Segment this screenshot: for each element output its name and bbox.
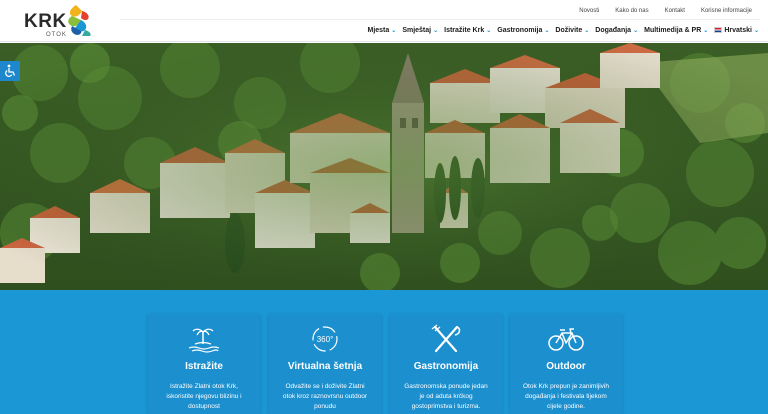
header-divider xyxy=(120,19,760,20)
nav-item-label: Smještaj xyxy=(402,26,432,34)
card-title: Outdoor xyxy=(546,361,586,372)
card-desc-line: Gastronomska ponude jedan xyxy=(404,383,488,390)
chevron-down-icon: ⌄ xyxy=(391,27,397,34)
card-desc-line: Otok Krk prepun je zanimljivih xyxy=(523,383,609,390)
card-description: Gastronomska ponude jedan je od aduta kr… xyxy=(400,382,492,412)
util-link-news[interactable]: Novosti xyxy=(571,5,607,17)
nav-item-explore[interactable]: Istražite Krk ⌄ xyxy=(441,27,494,34)
nav-item-label: Multimedija & PR xyxy=(644,26,702,34)
nav-item-accommodation[interactable]: Smještaj ⌄ xyxy=(399,27,441,34)
card-desc-line: cijele godine. xyxy=(547,403,585,410)
site-header: KRK OTOK Novosti Kako do nas Kontakt Kor… xyxy=(0,0,768,42)
language-label: Hrvatski xyxy=(724,26,752,34)
wheelchair-icon xyxy=(5,64,16,77)
card-title: Istražite xyxy=(185,361,223,372)
nav-item-label: Istražite Krk xyxy=(444,26,485,34)
hero-image xyxy=(0,43,768,290)
chevron-down-icon: ⌄ xyxy=(544,27,550,34)
nav-item-label: Doživite xyxy=(555,26,583,34)
chevron-down-icon: ⌄ xyxy=(633,27,639,34)
chevron-down-icon: ⌄ xyxy=(753,27,759,34)
card-description: Otok Krk prepun je zanimljivih događanja… xyxy=(520,382,612,412)
util-link-useful-info[interactable]: Korisne informacije xyxy=(693,5,760,17)
chevron-down-icon: ⌄ xyxy=(703,27,709,34)
360-view-icon: 360° xyxy=(312,326,338,352)
language-selector[interactable]: Hrvatski ⌄ xyxy=(711,27,762,34)
nav-item-label: Mjesta xyxy=(367,26,390,34)
logo-subtitle: OTOK xyxy=(46,32,67,38)
accessibility-button[interactable] xyxy=(0,61,20,81)
card-desc-line: dostupnost xyxy=(188,403,220,410)
feature-card-explore[interactable]: Istražite Istražite Zlatni otok Krk, isk… xyxy=(148,314,260,414)
card-desc-line: gostoprimstva i turizma. xyxy=(411,403,481,410)
nav-item-label: Gastronomija xyxy=(497,26,543,34)
card-description: Istražite Zlatni otok Krk, iskoristite n… xyxy=(158,382,250,412)
hero-village-illustration xyxy=(0,43,768,290)
feature-card-gastronomy[interactable]: Gastronomija Gastronomska ponude jedan j… xyxy=(390,314,502,414)
card-desc-line: iskoristite njegovu blizinu i xyxy=(166,393,242,400)
card-desc-line: događanja i festivala tijekom xyxy=(525,393,607,400)
palm-island-icon xyxy=(188,328,220,353)
site-logo[interactable]: KRK OTOK xyxy=(20,3,100,39)
chevron-down-icon: ⌄ xyxy=(433,27,439,34)
card-description: Odvažite se i doživite Zlatni otok kroz … xyxy=(279,382,371,412)
croatian-flag-icon xyxy=(714,27,723,33)
card-desc-line: Odvažite se i doživite Zlatni xyxy=(285,383,365,390)
card-title: Virtualna šetnja xyxy=(287,361,363,372)
nav-item-multimedia[interactable]: Multimedija & PR ⌄ xyxy=(641,27,711,34)
card-desc-line: otok kroz raznovrsnu outdoor xyxy=(282,393,368,400)
nav-item-gastronomy[interactable]: Gastronomija ⌄ xyxy=(494,27,552,34)
feature-card-virtual-walk[interactable]: 360° Virtualna šetnja Odvažite se i doži… xyxy=(269,314,381,414)
fork-knife-icon xyxy=(431,324,461,353)
main-nav: Mjesta ⌄ Smještaj ⌄ Istražite Krk ⌄ Gastron… xyxy=(364,23,762,37)
feature-section: Istražite Istražite Zlatni otok Krk, isk… xyxy=(0,290,768,414)
card-title: Gastronomija xyxy=(413,361,479,372)
nav-item-places[interactable]: Mjesta ⌄ xyxy=(364,27,399,34)
card-desc-line: ponudu xyxy=(314,403,336,410)
nav-item-events[interactable]: Događanja ⌄ xyxy=(592,27,641,34)
360-label: 360° xyxy=(317,335,334,344)
nav-item-label: Događanja xyxy=(595,26,632,34)
util-link-directions[interactable]: Kako do nas xyxy=(607,5,656,17)
utility-nav: Novosti Kako do nas Kontakt Korisne info… xyxy=(571,5,760,17)
card-desc-line: Istražite Zlatni otok Krk, xyxy=(170,383,238,390)
card-desc-line: je od aduta krčkog xyxy=(419,393,473,400)
nav-item-experience[interactable]: Doživite ⌄ xyxy=(552,27,592,34)
chevron-down-icon: ⌄ xyxy=(584,27,590,34)
chevron-down-icon: ⌄ xyxy=(486,27,492,34)
bicycle-icon xyxy=(548,328,584,351)
util-link-contact[interactable]: Kontakt xyxy=(657,5,693,17)
feature-card-outdoor[interactable]: Outdoor Otok Krk prepun je zanimljivih d… xyxy=(510,314,622,414)
